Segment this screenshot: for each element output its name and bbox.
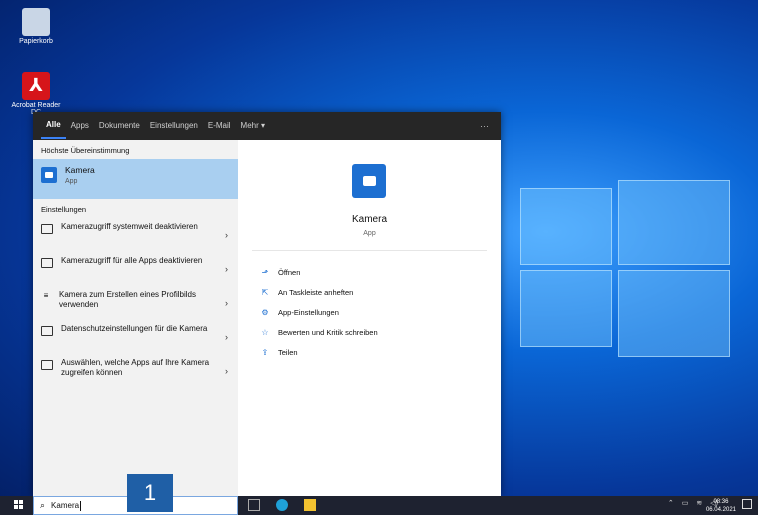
- results-list: Höchste Übereinstimmung Kamera App Einst…: [33, 140, 238, 496]
- settings-result-item[interactable]: Kamerazugriff systemweit deaktivieren ›: [33, 218, 238, 252]
- clock-time: 08:36: [713, 499, 729, 505]
- action-label: An Taskleiste anheften: [278, 288, 354, 297]
- action-open[interactable]: ⬏ Öffnen: [260, 268, 301, 277]
- action-label: Öffnen: [278, 268, 301, 277]
- action-share[interactable]: ⇪ Teilen: [260, 348, 298, 357]
- settings-result-item[interactable]: ≡ Kamera zum Erstellen eines Profilbilds…: [33, 286, 238, 320]
- chevron-right-icon[interactable]: ›: [225, 366, 228, 376]
- tab-dokumente[interactable]: Dokumente: [94, 112, 145, 140]
- settings-result-text: Kamera zum Erstellen eines Profilbilds v…: [59, 290, 196, 309]
- search-icon: ⌕: [40, 500, 46, 510]
- file-explorer-icon[interactable]: [304, 499, 316, 511]
- best-match-subtitle: App: [65, 178, 78, 185]
- chevron-right-icon[interactable]: ›: [225, 298, 228, 308]
- action-label: App-Einstellungen: [278, 308, 339, 317]
- action-app-settings[interactable]: ⚙ App-Einstellungen: [260, 308, 339, 317]
- share-icon: ⇪: [261, 348, 269, 357]
- action-label: Teilen: [278, 348, 298, 357]
- profile-settings-icon: ≡: [43, 291, 49, 300]
- chevron-right-icon[interactable]: ›: [225, 230, 228, 240]
- recycle-bin-icon: [22, 8, 50, 36]
- settings-result-text: Kamerazugriff systemweit deaktivieren: [61, 222, 198, 231]
- star-icon: ☆: [261, 328, 269, 337]
- action-pin-taskbar[interactable]: ⇱ An Taskleiste anheften: [260, 288, 354, 297]
- battery-icon[interactable]: ▭: [682, 499, 689, 507]
- gear-icon: ⚙: [261, 308, 269, 317]
- detail-title: Kamera: [351, 214, 387, 225]
- settings-result-item[interactable]: Kamerazugriff für alle Apps deaktivieren…: [33, 252, 238, 286]
- camera-app-large-icon: [352, 164, 386, 198]
- notification-icon[interactable]: [742, 499, 752, 509]
- clock-date: 06.04.2021: [705, 507, 736, 513]
- text-caret: [80, 500, 82, 511]
- search-filter-bar: Alle Apps Dokumente Einstellungen E-Mail…: [33, 112, 501, 140]
- settings-result-text: Auswählen, welche Apps auf Ihre Kamera z…: [61, 358, 210, 377]
- camera-app-icon: [41, 167, 57, 183]
- settings-result-item[interactable]: Auswählen, welche Apps auf Ihre Kamera z…: [33, 354, 238, 388]
- step-number-callout: 1: [127, 474, 173, 512]
- tab-apps[interactable]: Apps: [66, 112, 94, 140]
- settings-heading: Einstellungen: [41, 205, 87, 214]
- edge-browser-icon[interactable]: [276, 499, 288, 511]
- desktop-icon-acrobat[interactable]: ⅄ Acrobat Reader DC: [6, 72, 66, 116]
- best-match-heading: Höchste Übereinstimmung: [41, 146, 130, 155]
- desktop-icon-recycle-bin[interactable]: Papierkorb: [6, 8, 66, 45]
- divider: [252, 250, 487, 251]
- settings-result-item[interactable]: Datenschutzeinstellungen für die Kamera …: [33, 320, 238, 354]
- tab-email[interactable]: E-Mail: [203, 112, 236, 140]
- settings-result-text: Kamerazugriff für alle Apps deaktivieren: [61, 256, 203, 265]
- taskbar-clock[interactable]: 08:36 06.04.2021: [706, 498, 736, 514]
- action-rate-review[interactable]: ☆ Bewerten und Kritik schreiben: [260, 328, 378, 337]
- chevron-right-icon[interactable]: ›: [225, 332, 228, 342]
- settings-result-text: Datenschutzeinstellungen für die Kamera: [61, 324, 208, 333]
- windows-start-icon[interactable]: [14, 500, 24, 510]
- camera-settings-icon: [41, 224, 53, 234]
- tab-alle[interactable]: Alle: [41, 113, 66, 139]
- desktop-icon-label: Papierkorb: [19, 38, 53, 45]
- tab-einstellungen[interactable]: Einstellungen: [145, 112, 203, 140]
- detail-subtitle: App: [363, 230, 376, 237]
- best-match-kamera[interactable]: Kamera App: [33, 159, 238, 199]
- network-icon[interactable]: ≋: [696, 499, 702, 507]
- more-options-icon[interactable]: ···: [480, 112, 489, 140]
- action-label: Bewerten und Kritik schreiben: [278, 328, 378, 337]
- search-input-value[interactable]: Kamera: [51, 501, 79, 510]
- camera-settings-icon: [41, 326, 53, 336]
- best-match-title: Kamera: [65, 165, 95, 175]
- task-view-icon[interactable]: [248, 499, 260, 511]
- chevron-right-icon[interactable]: ›: [225, 264, 228, 274]
- pin-icon: ⇱: [261, 288, 269, 297]
- camera-settings-icon: [41, 258, 53, 268]
- windows-logo-wallpaper: [500, 180, 740, 360]
- camera-settings-icon: [41, 360, 53, 370]
- result-detail-pane: Kamera App ⬏ Öffnen ⇱ An Taskleiste anhe…: [238, 140, 501, 496]
- search-panel: Alle Apps Dokumente Einstellungen E-Mail…: [33, 112, 501, 496]
- chevron-up-icon[interactable]: ⌃: [668, 499, 674, 507]
- open-icon: ⬏: [261, 268, 269, 277]
- acrobat-icon: ⅄: [22, 72, 50, 100]
- tab-mehr[interactable]: Mehr ▾: [236, 112, 270, 140]
